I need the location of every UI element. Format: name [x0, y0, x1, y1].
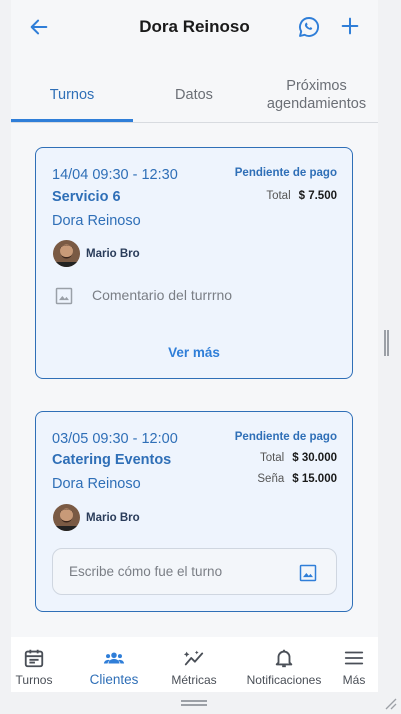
service-name: Catering Eventos [52, 452, 172, 468]
nav-label: Más [342, 673, 366, 687]
tab-proximos-agendamientos[interactable]: Próximos agendamientos [255, 66, 378, 123]
nav-label: Métricas [171, 673, 217, 687]
deposit-label: Seña [257, 473, 285, 485]
client-name: Dora Reinoso [52, 213, 141, 229]
active-tab-indicator [11, 119, 133, 122]
menu-icon [344, 651, 364, 665]
total-label: Total [259, 452, 285, 464]
deposit-row: Seña $ 15.000 [257, 473, 337, 485]
appointment-comment: Comentario del turrrno [92, 287, 233, 303]
status-badge: Pendiente de pago [234, 431, 337, 443]
notes-placeholder: Escribe cómo fue el turno [69, 564, 223, 579]
avatar [53, 240, 80, 267]
service-name: Servicio 6 [52, 189, 121, 205]
appointment-card[interactable]: 14/04 09:30 - 12:30 Pendiente de pago Se… [35, 147, 353, 379]
appointment-datetime: 03/05 09:30 - 12:00 [52, 431, 178, 447]
appointment-notes-input[interactable]: Escribe cómo fue el turno [52, 548, 337, 595]
tab-turnos[interactable]: Turnos [11, 66, 133, 123]
nav-label: Notificaciones [246, 673, 322, 687]
nav-item-clientes[interactable]: Clientes [83, 637, 145, 692]
image-icon [55, 287, 73, 305]
nav-item-notificaciones[interactable]: Notificaciones [233, 637, 335, 692]
bottom-nav: Turnos Clientes Métricas Notificaciones [11, 637, 378, 692]
page-title: Dora Reinoso [139, 17, 250, 36]
plus-icon[interactable] [339, 15, 361, 37]
total-row: Total $ 7.500 [266, 190, 337, 202]
nav-label: Clientes [89, 672, 139, 687]
whatsapp-icon[interactable] [297, 15, 321, 39]
professional-name: Mario Bro [86, 248, 140, 260]
nav-item-turnos[interactable]: Turnos [11, 637, 57, 692]
header: Dora Reinoso [11, 0, 378, 56]
appointment-datetime: 14/04 09:30 - 12:30 [52, 167, 178, 183]
total-row: Total $ 30.000 [260, 452, 337, 464]
app-screen: Dora Reinoso Turnos Datos Próximos agend… [11, 0, 378, 692]
total-value: $ 30.000 [292, 452, 337, 464]
vertical-resize-handle[interactable] [384, 330, 389, 356]
resize-grip-icon[interactable] [383, 696, 397, 710]
total-value: $ 7.500 [298, 190, 337, 202]
chart-icon [183, 650, 204, 666]
deposit-value: $ 15.000 [292, 473, 337, 485]
bell-icon [275, 649, 293, 668]
image-upload-icon[interactable] [298, 563, 318, 583]
avatar [53, 504, 80, 531]
total-label: Total [266, 190, 291, 202]
nav-item-mas[interactable]: Más [340, 637, 368, 692]
tab-datos[interactable]: Datos [133, 66, 255, 123]
nav-item-metricas[interactable]: Métricas [168, 637, 220, 692]
horizontal-resize-handle[interactable] [181, 700, 207, 706]
professional-name: Mario Bro [86, 512, 140, 524]
appointment-card[interactable]: 03/05 09:30 - 12:00 Pendiente de pago Ca… [35, 411, 353, 612]
nav-label: Turnos [15, 673, 53, 687]
people-icon [103, 652, 125, 664]
tab-bar: Turnos Datos Próximos agendamientos [11, 66, 378, 123]
client-name: Dora Reinoso [52, 476, 141, 492]
status-badge: Pendiente de pago [234, 167, 337, 179]
calendar-icon [24, 649, 44, 668]
see-more-link[interactable]: Ver más [36, 345, 352, 360]
